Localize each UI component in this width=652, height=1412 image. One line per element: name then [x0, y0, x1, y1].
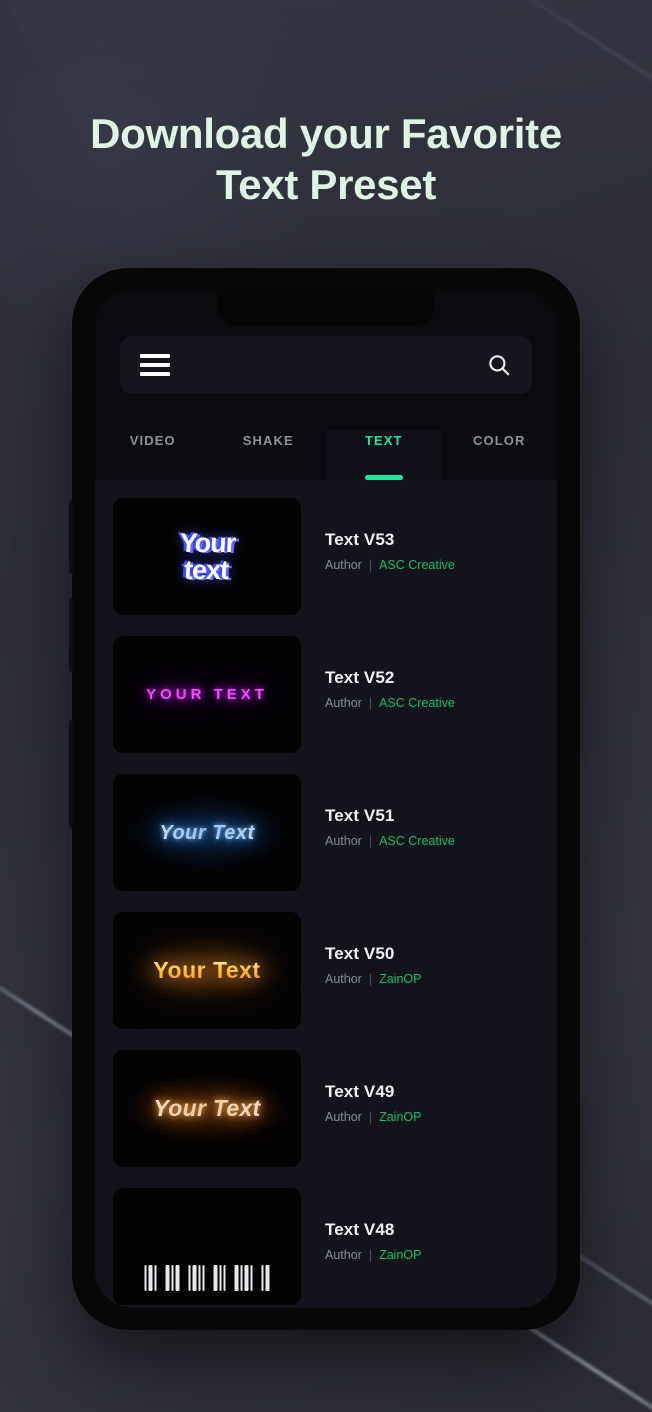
list-item[interactable]: Your Text Text V50 Author | ZainOP — [95, 912, 557, 1029]
hamburger-bar-3 — [140, 372, 170, 376]
phone-mockup: VIDEO SHAKE TEXT COLOR Your text Text V5… — [69, 268, 580, 1330]
hamburger-bar-2 — [140, 363, 170, 367]
preset-meta: Text V50 Author | ZainOP — [301, 912, 421, 986]
preset-title: Text V53 — [325, 530, 395, 549]
tab-color-label: COLOR — [473, 433, 526, 448]
preset-meta: Text V48 Author | ZainOP — [301, 1188, 421, 1262]
promo-headline-line-1: Download your Favorite — [90, 110, 562, 157]
preset-thumbnail[interactable]: Your text — [113, 498, 301, 615]
preset-thumbnail[interactable]: YOUR TEXT — [113, 636, 301, 753]
preset-author-row: Author | ASC Creative — [325, 696, 455, 710]
preset-author-separator: | — [368, 558, 373, 572]
preset-meta: Text V51 Author | ASC Creative — [301, 774, 455, 848]
preset-title: Text V51 — [325, 806, 395, 825]
tab-active-underline — [364, 475, 403, 480]
list-item[interactable]: Your text Text V53 Author | ASC Creative — [95, 498, 557, 615]
preset-thumbnail[interactable] — [113, 1188, 301, 1305]
preset-author-separator: | — [368, 834, 373, 848]
phone-power-button[interactable] — [69, 720, 73, 828]
preset-thumbnail-barcode — [144, 1265, 270, 1291]
preset-author-name[interactable]: ASC Creative — [379, 834, 455, 848]
list-item[interactable]: YOUR TEXT Text V52 Author | ASC Creative — [95, 636, 557, 753]
preset-thumbnail-text: Your text — [179, 527, 237, 585]
preset-thumbnail[interactable]: Your Text — [113, 774, 301, 891]
tab-text[interactable]: TEXT — [326, 430, 442, 480]
preset-author-row: Author | ZainOP — [325, 972, 421, 986]
preset-author-label: Author — [325, 1110, 362, 1124]
preset-thumbnail-text: Your Text — [153, 957, 261, 983]
category-tabbar: VIDEO SHAKE TEXT COLOR — [95, 430, 557, 480]
preset-author-row: Author | ASC Creative — [325, 834, 455, 848]
tab-shake[interactable]: SHAKE — [211, 430, 327, 480]
preset-author-name[interactable]: ZainOP — [379, 972, 421, 986]
phone-volume-down-button[interactable] — [69, 598, 73, 672]
preset-author-separator: | — [368, 696, 373, 710]
preset-author-separator: | — [368, 1248, 373, 1262]
preset-author-label: Author — [325, 696, 362, 710]
promo-canvas: Download your Favorite Text Preset VIDEO… — [0, 0, 652, 1412]
preset-title: Text V50 — [325, 944, 395, 963]
hamburger-bar-1 — [140, 354, 170, 358]
preset-author-label: Author — [325, 1248, 362, 1262]
preset-author-name[interactable]: ASC Creative — [379, 558, 455, 572]
list-item[interactable]: Your Text Text V51 Author | ASC Creative — [95, 774, 557, 891]
phone-screen: VIDEO SHAKE TEXT COLOR Your text Text V5… — [95, 290, 557, 1308]
tab-color[interactable]: COLOR — [442, 430, 558, 480]
list-item[interactable]: Text V48 Author | ZainOP — [95, 1188, 557, 1305]
search-icon[interactable] — [486, 352, 512, 378]
promo-headline: Download your Favorite Text Preset — [0, 108, 652, 210]
promo-headline-line-2: Text Preset — [215, 161, 437, 209]
preset-thumbnail[interactable]: Your Text — [113, 1050, 301, 1167]
phone-volume-up-button[interactable] — [69, 500, 73, 574]
preset-title: Text V52 — [325, 668, 395, 687]
preset-author-name[interactable]: ZainOP — [379, 1110, 421, 1124]
preset-author-label: Author — [325, 972, 362, 986]
tab-text-label: TEXT — [364, 433, 403, 448]
preset-author-label: Author — [325, 558, 362, 572]
preset-author-row: Author | ASC Creative — [325, 558, 455, 572]
preset-author-name[interactable]: ZainOP — [379, 1248, 421, 1262]
preset-title: Text V48 — [325, 1220, 395, 1239]
preset-meta: Text V49 Author | ZainOP — [301, 1050, 421, 1124]
preset-author-separator: | — [368, 972, 373, 986]
tab-shake-label: SHAKE — [242, 433, 294, 448]
preset-thumbnail-text: Your Text — [153, 1095, 261, 1121]
preset-meta: Text V52 Author | ASC Creative — [301, 636, 455, 710]
phone-notch — [217, 290, 435, 326]
preset-thumbnail[interactable]: Your Text — [113, 912, 301, 1029]
tab-video[interactable]: VIDEO — [95, 430, 211, 480]
preset-meta: Text V53 Author | ASC Creative — [301, 498, 455, 572]
preset-title: Text V49 — [325, 1082, 395, 1101]
preset-thumbnail-text: YOUR TEXT — [146, 686, 268, 703]
preset-thumbnail-text: Your Text — [159, 821, 255, 844]
preset-author-separator: | — [368, 1110, 373, 1124]
preset-author-row: Author | ZainOP — [325, 1248, 421, 1262]
preset-author-row: Author | ZainOP — [325, 1110, 421, 1124]
preset-author-name[interactable]: ASC Creative — [379, 696, 455, 710]
hamburger-menu-icon[interactable] — [140, 354, 170, 376]
preset-author-label: Author — [325, 834, 362, 848]
tab-video-label: VIDEO — [129, 433, 176, 448]
app-header — [120, 336, 532, 394]
list-item[interactable]: Your Text Text V49 Author | ZainOP — [95, 1050, 557, 1167]
preset-list[interactable]: Your text Text V53 Author | ASC Creative — [95, 480, 557, 1308]
